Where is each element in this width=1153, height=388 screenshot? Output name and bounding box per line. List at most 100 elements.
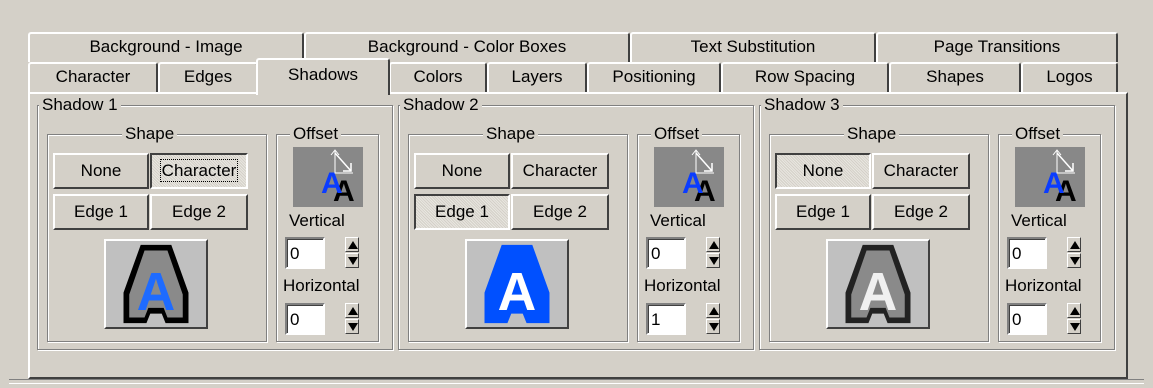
shape-preview[interactable]: A <box>826 239 930 329</box>
tab-colors[interactable]: Colors <box>389 62 487 93</box>
tab-logos[interactable]: Logos <box>1021 62 1118 93</box>
tab-label: Layers <box>511 67 563 86</box>
tab-label: Positioning <box>612 67 696 86</box>
svg-text:A: A <box>498 263 537 322</box>
button-label: Character <box>883 161 959 180</box>
shape-none-button[interactable]: None <box>414 153 510 189</box>
bottom-separator <box>9 379 1144 384</box>
tab-shapes[interactable]: Shapes <box>889 62 1021 93</box>
shape-edge2-button[interactable]: Edge 2 <box>150 194 248 230</box>
tab-character[interactable]: Character <box>28 62 158 93</box>
shape-edge2-button[interactable]: Edge 2 <box>872 194 970 230</box>
fg-letter: A <box>321 167 343 200</box>
vertical-spinner[interactable] <box>1067 237 1081 269</box>
offset-direction-icon: AA <box>654 147 724 208</box>
tab-text-substitution[interactable]: Text Substitution <box>630 32 876 62</box>
svg-text:A: A <box>859 263 898 322</box>
tab-positioning[interactable]: Positioning <box>587 62 721 93</box>
shadow-group-title: Shadow 2 <box>400 96 482 114</box>
tab-label: Logos <box>1046 67 1093 86</box>
fg-letter: A <box>682 167 704 200</box>
spin-down-button[interactable] <box>706 253 720 268</box>
button-label: Edge 2 <box>894 202 948 221</box>
shape-preview[interactable]: A <box>104 239 208 329</box>
tab-label: Background - Image <box>89 37 243 56</box>
offset-direction-icon: AA <box>293 147 363 208</box>
shape-edge1-button[interactable]: Edge 1 <box>53 194 149 230</box>
shape-group-label: Shape <box>122 125 178 143</box>
spin-down-button[interactable] <box>706 319 720 334</box>
horizontal-input[interactable]: 1 <box>646 303 686 335</box>
tab-label: Row Spacing <box>754 67 856 86</box>
horizontal-spinner[interactable] <box>1067 303 1081 335</box>
horizontal-spinner[interactable] <box>345 303 359 335</box>
button-label: Edge 1 <box>435 202 489 221</box>
shape-edge2-button[interactable]: Edge 2 <box>511 194 609 230</box>
horizontal-input[interactable]: 0 <box>1007 303 1047 335</box>
spin-down-button[interactable] <box>1067 319 1081 334</box>
shadow-group-title: Shadow 1 <box>39 96 121 114</box>
offset-direction-icon: AA <box>1015 147 1085 208</box>
tab-label: Shapes <box>926 67 984 86</box>
button-label: Edge 2 <box>533 202 587 221</box>
shape-edge1-button[interactable]: Edge 1 <box>775 194 871 230</box>
offset-group-label: Offset <box>1012 125 1064 143</box>
fg-letter: A <box>1043 167 1065 200</box>
spin-down-button[interactable] <box>345 319 359 334</box>
tab-label: Background - Color Boxes <box>367 37 567 56</box>
spin-up-button[interactable] <box>1067 303 1081 318</box>
shape-group-label: Shape <box>844 125 900 143</box>
tab-label: Text Substitution <box>690 37 816 56</box>
tab-label: Edges <box>183 67 233 86</box>
offset-group-label: Offset <box>290 125 342 143</box>
vertical-label: Vertical <box>650 211 706 230</box>
spin-up-button[interactable] <box>706 303 720 318</box>
offset-group-label: Offset <box>651 125 703 143</box>
spin-down-button[interactable] <box>345 253 359 268</box>
vertical-input[interactable]: 0 <box>285 237 325 269</box>
button-label: Character <box>522 161 598 180</box>
button-label: Edge 1 <box>796 202 850 221</box>
tab-label: Character <box>55 67 131 86</box>
shadow-group-title: Shadow 3 <box>761 96 843 114</box>
spin-up-button[interactable] <box>706 237 720 252</box>
horizontal-spinner[interactable] <box>706 303 720 335</box>
svg-text:A: A <box>137 263 176 322</box>
shape-character-button[interactable]: Character <box>511 153 609 189</box>
tab-row-spacing[interactable]: Row Spacing <box>721 62 889 93</box>
vertical-label: Vertical <box>289 211 345 230</box>
button-label: None <box>80 161 122 180</box>
shape-none-button[interactable]: None <box>775 153 871 189</box>
tab-label: Shadows <box>288 65 358 84</box>
shape-edge1-button[interactable]: Edge 1 <box>414 194 510 230</box>
tab-shadows[interactable]: Shadows <box>256 58 390 95</box>
button-label: None <box>802 161 844 180</box>
tab-label: Colors <box>413 67 463 86</box>
spin-up-button[interactable] <box>1067 237 1081 252</box>
spin-down-button[interactable] <box>1067 253 1081 268</box>
horizontal-input[interactable]: 0 <box>285 303 325 335</box>
shape-group-label: Shape <box>483 125 539 143</box>
tab-label: Page Transitions <box>933 37 1061 56</box>
horizontal-label: Horizontal <box>283 276 360 295</box>
shape-character-button[interactable]: Character <box>150 153 248 189</box>
vertical-input[interactable]: 0 <box>1007 237 1047 269</box>
spin-up-button[interactable] <box>345 303 359 318</box>
button-label: Edge 2 <box>172 202 226 221</box>
button-label: None <box>441 161 483 180</box>
shape-preview[interactable]: A <box>465 239 569 329</box>
vertical-spinner[interactable] <box>345 237 359 269</box>
spin-up-button[interactable] <box>345 237 359 252</box>
vertical-label: Vertical <box>1011 211 1067 230</box>
tab-edges[interactable]: Edges <box>158 62 258 93</box>
vertical-spinner[interactable] <box>706 237 720 269</box>
horizontal-label: Horizontal <box>1005 276 1082 295</box>
shape-character-button[interactable]: Character <box>872 153 970 189</box>
tab-page-transitions[interactable]: Page Transitions <box>876 32 1118 62</box>
tab-layers[interactable]: Layers <box>487 62 587 93</box>
button-label: Edge 1 <box>74 202 128 221</box>
horizontal-label: Horizontal <box>644 276 721 295</box>
shape-none-button[interactable]: None <box>53 153 149 189</box>
button-label: Character <box>159 159 239 182</box>
vertical-input[interactable]: 0 <box>646 237 686 269</box>
